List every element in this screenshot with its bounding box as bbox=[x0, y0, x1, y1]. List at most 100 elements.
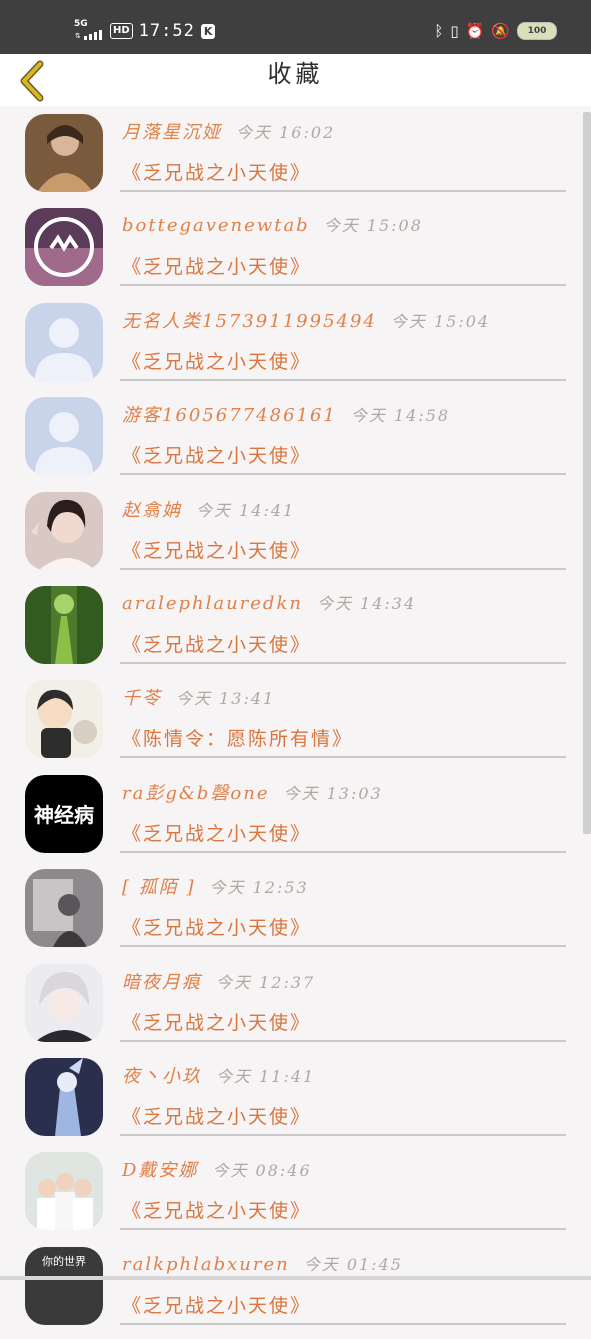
user-name[interactable]: 暗夜月痕 bbox=[122, 972, 202, 993]
divider bbox=[120, 378, 566, 381]
favorite-item[interactable]: [ 孤陌 ] 今天 12:53 《乏兄战之小天使》 bbox=[0, 867, 591, 961]
favorite-item[interactable]: 赵翕姌 今天 14:41 《乏兄战之小天使》 bbox=[0, 490, 591, 584]
user-name[interactable]: ra彭g&b磬one bbox=[122, 783, 270, 804]
item-header: 游客1605677486161 今天 14:58 bbox=[122, 401, 450, 427]
story-title-link[interactable]: 《乏兄战之小天使》 bbox=[122, 441, 311, 468]
status-time: 17:52 bbox=[138, 21, 195, 41]
user-name[interactable]: D戴安娜 bbox=[122, 1160, 198, 1181]
scrollbar[interactable] bbox=[583, 112, 591, 834]
avatar[interactable] bbox=[25, 397, 103, 476]
top-bar: 收藏 bbox=[0, 54, 591, 106]
story-title-link[interactable]: 《乏兄战之小天使》 bbox=[122, 913, 311, 940]
favorite-time: 今天 14:34 bbox=[316, 594, 417, 613]
favorite-time: 今天 01:45 bbox=[303, 1254, 403, 1274]
page-title: 收藏 bbox=[267, 60, 324, 88]
mute-bell-icon: 🔕 bbox=[491, 22, 510, 40]
avatar[interactable] bbox=[25, 586, 103, 664]
avatar[interactable] bbox=[25, 869, 103, 948]
user-name[interactable]: 赵翕姌 bbox=[122, 500, 182, 521]
svg-text:神经病: 神经病 bbox=[34, 803, 94, 827]
story-title-link[interactable]: 《乏兄战之小天使》 bbox=[122, 1102, 311, 1129]
item-header: ra彭g&b磬one 今天 13:03 bbox=[122, 779, 383, 805]
item-header: [ 孤陌 ] 今天 12:53 bbox=[122, 873, 309, 899]
k-badge: K bbox=[200, 23, 216, 39]
favorite-item[interactable]: aralephlauredkn 今天 14:34 《乏兄战之小天使》 bbox=[0, 584, 591, 678]
favorite-time: 今天 14:41 bbox=[196, 500, 296, 520]
user-name[interactable]: aralephlauredkn bbox=[122, 593, 303, 614]
favorite-time: 今天 11:41 bbox=[216, 1067, 316, 1086]
signal-icon: 5G ⇅ bbox=[74, 20, 104, 42]
avatar[interactable] bbox=[25, 963, 103, 1042]
story-title-link[interactable]: 《乏兄战之小天使》 bbox=[122, 252, 311, 279]
story-title-link[interactable]: 《乏兄战之小天使》 bbox=[122, 630, 311, 657]
item-header: 赵翕姌 今天 14:41 bbox=[122, 496, 295, 522]
avatar[interactable] bbox=[25, 1058, 103, 1136]
item-header: 月落星沉娅 今天 16:02 bbox=[122, 118, 335, 144]
divider bbox=[120, 284, 566, 287]
user-name[interactable]: 月落星沉娅 bbox=[122, 122, 222, 143]
battery-icon: 100 bbox=[517, 22, 557, 40]
svg-text:你的世界: 你的世界 bbox=[42, 1254, 86, 1268]
item-header: 千苓 今天 13:41 bbox=[122, 684, 275, 710]
user-name[interactable]: 夜丶小玖 bbox=[122, 1066, 202, 1087]
favorite-item[interactable]: 夜丶小玖 今天 11:41 《乏兄战之小天使》 bbox=[0, 1056, 591, 1150]
favorite-time: 今天 15:04 bbox=[390, 311, 491, 331]
bluetooth-icon: ᛒ bbox=[434, 22, 444, 40]
user-name[interactable]: ralkphlabxuren bbox=[122, 1254, 290, 1275]
favorite-item[interactable]: 千苓 今天 13:41 《陈情令：愿陈所有情》 bbox=[0, 678, 591, 772]
network-type: 5G bbox=[74, 19, 88, 29]
favorite-time: 今天 16:02 bbox=[236, 123, 336, 142]
avatar[interactable] bbox=[25, 491, 103, 570]
item-header: 无名人类1573911995494 今天 15:04 bbox=[122, 307, 490, 333]
user-name[interactable]: [ 孤陌 ] bbox=[122, 877, 196, 898]
avatar[interactable] bbox=[25, 208, 103, 287]
user-name[interactable]: 无名人类1573911995494 bbox=[122, 311, 377, 332]
back-button[interactable] bbox=[16, 60, 50, 102]
divider bbox=[120, 662, 566, 664]
story-title-link[interactable]: 《乏兄战之小天使》 bbox=[122, 1008, 311, 1035]
favorite-time: 今天 08:46 bbox=[212, 1161, 312, 1181]
user-name[interactable]: bottegavenewtab bbox=[122, 215, 310, 236]
favorite-item[interactable]: 神经病 ra彭g&b磬one 今天 13:03 《乏兄战之小天使》 bbox=[0, 773, 591, 867]
story-title-link[interactable]: 《乏兄战之小天使》 bbox=[122, 158, 311, 185]
favorite-time: 今天 12:37 bbox=[216, 972, 316, 992]
divider bbox=[120, 473, 566, 476]
divider bbox=[120, 756, 566, 759]
item-header: aralephlauredkn 今天 14:34 bbox=[122, 590, 416, 614]
avatar[interactable] bbox=[25, 302, 103, 381]
favorite-item[interactable]: 月落星沉娅 今天 16:02 《乏兄战之小天使》 bbox=[0, 112, 591, 206]
item-header: 夜丶小玖 今天 11:41 bbox=[122, 1062, 315, 1088]
avatar[interactable] bbox=[25, 680, 103, 759]
item-header: D戴安娜 今天 08:46 bbox=[122, 1156, 312, 1182]
favorite-item[interactable]: 暗夜月痕 今天 12:37 《乏兄战之小天使》 bbox=[0, 962, 591, 1056]
favorite-item[interactable]: bottegavenewtab 今天 15:08 《乏兄战之小天使》 bbox=[0, 206, 591, 300]
favorite-item[interactable]: D戴安娜 今天 08:46 《乏兄战之小天使》 bbox=[0, 1150, 591, 1244]
item-header: bottegavenewtab 今天 15:08 bbox=[122, 212, 423, 236]
back-arrow-icon bbox=[20, 60, 44, 102]
divider bbox=[120, 945, 566, 948]
user-name[interactable]: 千苓 bbox=[122, 688, 162, 709]
story-title-link[interactable]: 《乏兄战之小天使》 bbox=[122, 347, 311, 374]
favorite-item[interactable]: 无名人类1573911995494 今天 15:04 《乏兄战之小天使》 bbox=[0, 301, 591, 395]
avatar[interactable]: 你的世界 bbox=[25, 1246, 103, 1325]
avatar[interactable]: 神经病 bbox=[25, 774, 103, 853]
user-name[interactable]: 游客1605677486161 bbox=[122, 405, 337, 426]
story-title-link[interactable]: 《乏兄战之小天使》 bbox=[122, 1196, 311, 1223]
favorite-time: 今天 15:08 bbox=[323, 216, 423, 236]
divider bbox=[120, 190, 566, 192]
favorite-time: 今天 14:58 bbox=[350, 406, 451, 426]
bottom-divider bbox=[0, 1276, 591, 1280]
avatar[interactable] bbox=[25, 1152, 103, 1231]
alarm-icon: ⏰ bbox=[465, 22, 485, 40]
favorite-time: 今天 13:03 bbox=[283, 783, 383, 803]
story-title-link[interactable]: 《陈情令：愿陈所有情》 bbox=[122, 724, 353, 751]
battery-level: 100 bbox=[527, 26, 547, 36]
favorite-item[interactable]: 你的世界 ralkphlabxuren 今天 01:45 《乏兄战之小天使》 bbox=[0, 1245, 591, 1339]
divider bbox=[120, 1322, 566, 1325]
divider bbox=[120, 1228, 566, 1231]
avatar[interactable] bbox=[25, 114, 103, 192]
story-title-link[interactable]: 《乏兄战之小天使》 bbox=[122, 1291, 311, 1318]
story-title-link[interactable]: 《乏兄战之小天使》 bbox=[122, 819, 311, 846]
favorite-item[interactable]: 游客1605677486161 今天 14:58 《乏兄战之小天使》 bbox=[0, 395, 591, 489]
story-title-link[interactable]: 《乏兄战之小天使》 bbox=[122, 536, 311, 563]
